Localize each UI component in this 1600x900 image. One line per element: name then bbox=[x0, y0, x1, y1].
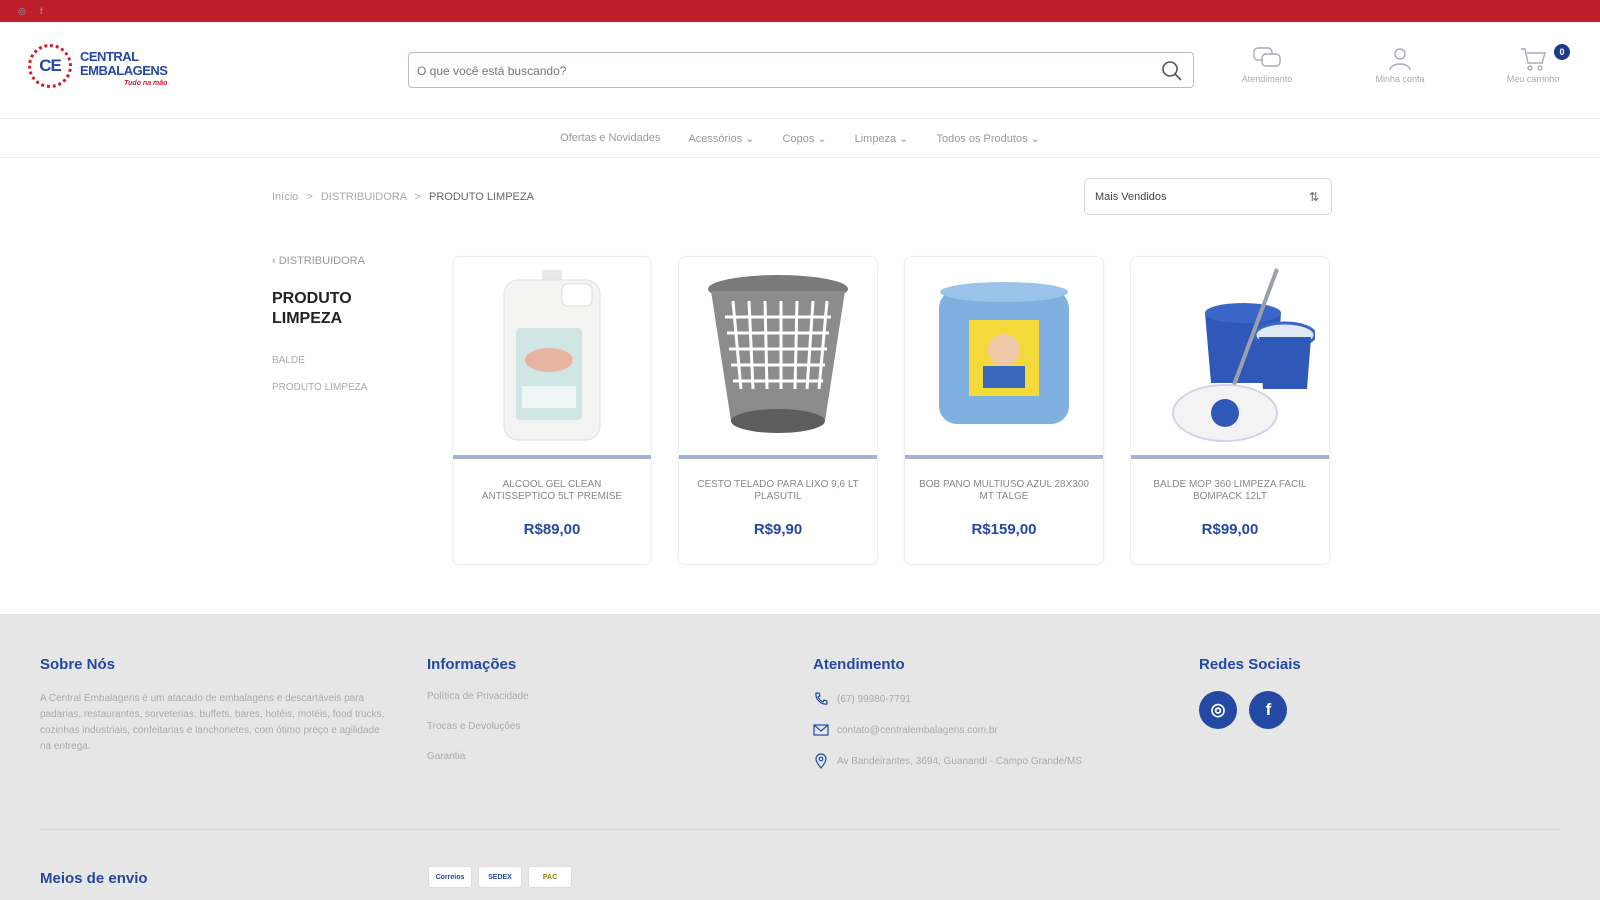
cloth-roll-image bbox=[939, 282, 1069, 424]
sort-value: Mais Vendidos bbox=[1095, 191, 1167, 203]
wastebasket-image bbox=[708, 275, 848, 433]
mail-icon bbox=[813, 724, 829, 736]
site-header: CE CENTRAL EMBALAGENS Tudo na mão Atendi… bbox=[0, 22, 1600, 110]
card-divider bbox=[1131, 455, 1329, 459]
footer-link-warranty[interactable]: Garantia bbox=[427, 751, 529, 762]
footer-phone-text: (67) 99980-7791 bbox=[837, 693, 911, 705]
sedex-logo: SEDEX bbox=[478, 866, 522, 888]
sort-icon: ⇅ bbox=[1308, 190, 1319, 204]
facebook-icon[interactable]: f bbox=[1249, 691, 1288, 729]
product-card[interactable]: CESTO TELADO PARA LIXO 9,6 LT PLASUTIL R… bbox=[678, 256, 878, 565]
footer-address: Av Bandeirantes, 3694, Guanandi - Campo … bbox=[813, 753, 1082, 769]
location-pin-icon bbox=[815, 753, 827, 769]
product-image[interactable] bbox=[453, 257, 651, 455]
product-image[interactable] bbox=[1131, 257, 1329, 455]
product-card[interactable]: BALDE MOP 360 LIMPEZA FACIL BOMPACK 12LT… bbox=[1130, 256, 1330, 565]
subcategory-produto-limpeza[interactable]: PRODUTO LIMPEZA bbox=[272, 382, 422, 393]
product-price: R$159,00 bbox=[971, 521, 1037, 538]
shipping-title: Meios de envio bbox=[40, 870, 148, 887]
footer-link-returns[interactable]: Trocas e Devoluções bbox=[427, 721, 529, 732]
account-link[interactable]: Minha conta bbox=[1355, 46, 1445, 84]
footer-about-text: A Central Embalagens é um atacado de emb… bbox=[40, 693, 385, 752]
instagram-icon[interactable]: ◎ bbox=[1199, 691, 1237, 729]
product-price: R$89,00 bbox=[523, 521, 581, 538]
product-card[interactable]: ALCOOL GEL CLEAN ANTISSEPTICO 5LT PREMIS… bbox=[452, 256, 652, 565]
footer-info: Informações Política de Privacidade Troc… bbox=[427, 656, 529, 781]
shipping-logos: Correios SEDEX PAC bbox=[428, 866, 572, 888]
footer-divider bbox=[40, 829, 1560, 830]
card-divider bbox=[905, 455, 1103, 459]
nav-item-cleaning[interactable]: Limpeza ⌄ bbox=[855, 132, 909, 145]
correios-logo: Correios bbox=[428, 866, 472, 888]
search-icon[interactable] bbox=[1161, 60, 1183, 82]
support-label: Atendimento bbox=[1241, 74, 1293, 84]
product-name[interactable]: ALCOOL GEL CLEAN ANTISSEPTICO 5LT PREMIS… bbox=[465, 479, 639, 503]
cart-count-badge: 0 bbox=[1554, 44, 1570, 60]
card-divider bbox=[679, 455, 877, 459]
subcategory-balde[interactable]: BALDE bbox=[272, 355, 422, 366]
logo-mark: CE bbox=[28, 44, 72, 88]
footer-social-title: Redes Sociais bbox=[1199, 656, 1301, 673]
breadcrumb-parent[interactable]: DISTRIBUIDORA bbox=[321, 191, 407, 203]
footer-info-title: Informações bbox=[427, 656, 517, 673]
site-footer: Sobre Nós A Central Embalagens é um atac… bbox=[0, 614, 1600, 900]
logo[interactable]: CE CENTRAL EMBALAGENS Tudo na mão bbox=[28, 44, 188, 92]
product-price: R$9,90 bbox=[753, 521, 803, 538]
product-name[interactable]: CESTO TELADO PARA LIXO 9,6 LT PLASUTIL bbox=[691, 479, 865, 503]
nav-item-all-products[interactable]: Todos os Produtos ⌄ bbox=[936, 132, 1039, 145]
breadcrumb-home[interactable]: Início bbox=[272, 191, 298, 203]
product-image[interactable] bbox=[679, 257, 877, 455]
footer-about-title: Sobre Nós bbox=[40, 656, 116, 673]
support-link[interactable]: Atendimento bbox=[1222, 46, 1312, 84]
footer-phone[interactable]: (67) 99980-7791 bbox=[813, 691, 1082, 707]
product-price: R$99,00 bbox=[1201, 521, 1259, 538]
footer-link-privacy[interactable]: Política de Privacidade bbox=[427, 691, 529, 702]
logo-text: CENTRAL EMBALAGENS bbox=[80, 49, 168, 78]
nav-item-cups[interactable]: Copos ⌄ bbox=[783, 132, 827, 145]
chevron-left-icon: ‹ bbox=[272, 255, 276, 267]
nav-item-accessories[interactable]: Acessórios ⌄ bbox=[688, 132, 754, 145]
cart-icon bbox=[1521, 48, 1546, 71]
card-divider bbox=[453, 455, 651, 459]
back-link-label: DISTRIBUIDORA bbox=[278, 255, 365, 267]
category-sidebar: ‹ DISTRIBUIDORA PRODUTO LIMPEZA BALDE PR… bbox=[272, 255, 422, 393]
footer-email[interactable]: contato@centralembalagens.com.br bbox=[813, 722, 1082, 738]
sort-select[interactable]: Mais Vendidos ⇅ bbox=[1084, 178, 1332, 215]
search-input[interactable] bbox=[417, 61, 1137, 81]
mop-bucket-image bbox=[1172, 268, 1315, 442]
product-image[interactable] bbox=[905, 257, 1103, 455]
instagram-icon[interactable]: ◎ bbox=[18, 6, 26, 17]
breadcrumb-separator: > bbox=[414, 191, 421, 203]
main-nav: Ofertas e Novidades Acessórios ⌄ Copos ⌄… bbox=[0, 118, 1600, 158]
footer-social: Redes Sociais ◎ f bbox=[1199, 656, 1301, 729]
product-name[interactable]: BALDE MOP 360 LIMPEZA FACIL BOMPACK 12LT bbox=[1143, 479, 1317, 503]
cart-label: Meu carrinho bbox=[1506, 74, 1560, 84]
back-link[interactable]: ‹ DISTRIBUIDORA bbox=[272, 255, 422, 267]
logo-tagline: Tudo na mão bbox=[124, 80, 168, 87]
footer-support: Atendimento (67) 99980-7791 contato@cent… bbox=[813, 656, 1082, 784]
breadcrumb-current: PRODUTO LIMPEZA bbox=[429, 191, 534, 203]
breadcrumb-separator: > bbox=[306, 191, 313, 203]
account-label: Minha conta bbox=[1375, 74, 1425, 84]
phone-icon bbox=[815, 692, 828, 705]
footer-address-text: Av Bandeirantes, 3694, Guanandi - Campo … bbox=[837, 755, 1082, 767]
product-card[interactable]: BOB PANO MULTIUSO AZUL 28X300 MT TALGE R… bbox=[904, 256, 1104, 565]
pac-logo: PAC bbox=[528, 866, 572, 888]
product-name[interactable]: BOB PANO MULTIUSO AZUL 28X300 MT TALGE bbox=[917, 479, 1091, 503]
cart-link[interactable]: Meu carrinho 0 bbox=[1488, 44, 1578, 84]
facebook-icon[interactable]: f bbox=[40, 6, 43, 16]
top-bar: ◎ f bbox=[0, 0, 1600, 22]
gel-bottle-image bbox=[503, 270, 601, 441]
breadcrumb: Início > DISTRIBUIDORA > PRODUTO LIMPEZA bbox=[272, 191, 534, 203]
footer-about: Sobre Nós A Central Embalagens é um atac… bbox=[40, 656, 390, 755]
footer-email-text: contato@centralembalagens.com.br bbox=[837, 724, 998, 736]
footer-support-title: Atendimento bbox=[813, 656, 905, 673]
nav-item-offers[interactable]: Ofertas e Novidades bbox=[560, 132, 660, 144]
search-box bbox=[408, 52, 1194, 88]
user-icon bbox=[1389, 48, 1411, 71]
chat-icon bbox=[1253, 47, 1281, 67]
category-title: PRODUTO LIMPEZA bbox=[272, 290, 352, 327]
